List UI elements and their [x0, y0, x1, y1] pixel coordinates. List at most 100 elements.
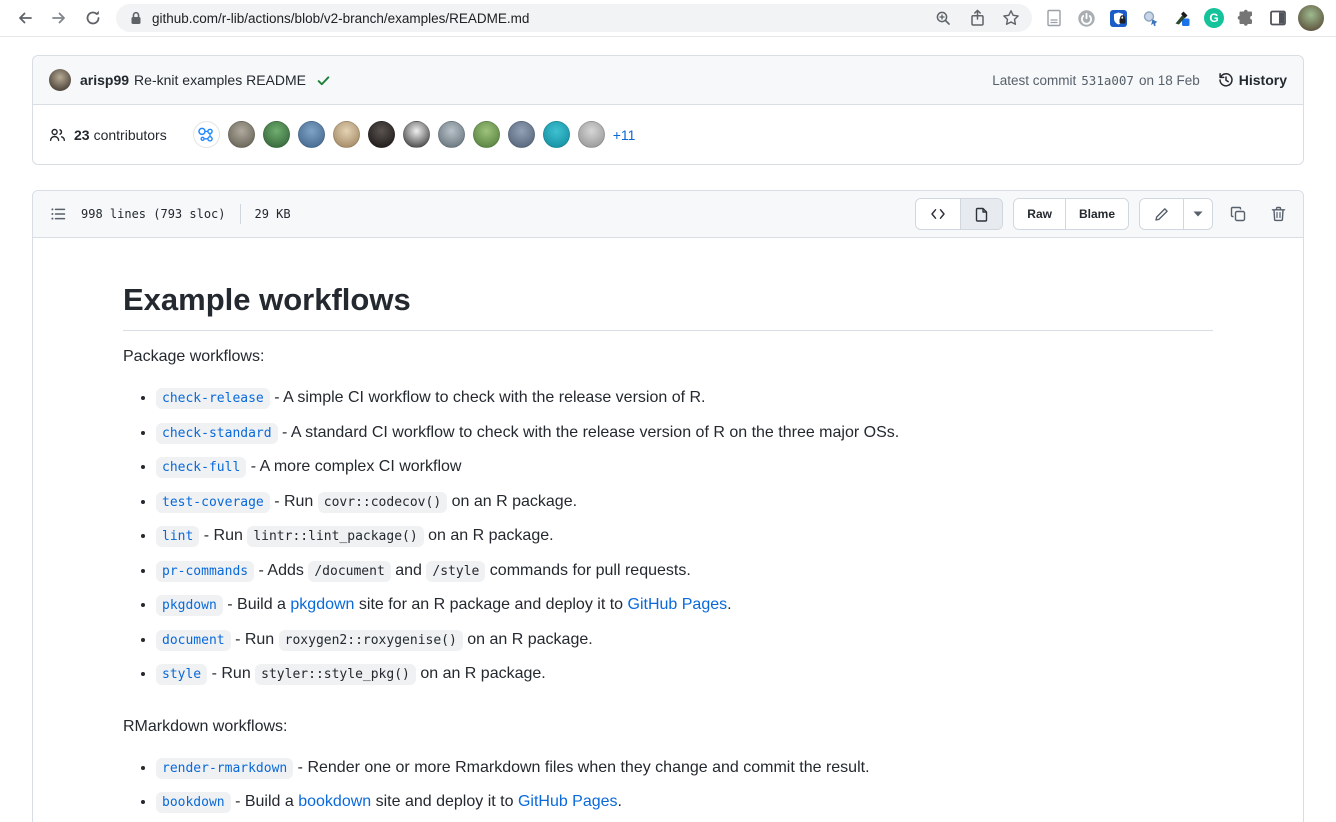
text-link[interactable]: bookdown — [298, 793, 371, 810]
edit-button[interactable] — [1140, 199, 1183, 229]
commit-author[interactable]: arisp99 — [80, 72, 129, 88]
list-unordered-icon[interactable] — [43, 199, 73, 229]
profile-avatar[interactable] — [1298, 5, 1324, 31]
text-link[interactable]: GitHub Pages — [518, 793, 618, 810]
item-text: - Build a — [223, 596, 291, 613]
view-toggle-group — [915, 198, 1003, 230]
edit-group — [1139, 198, 1213, 230]
workflow-code-link[interactable]: pkgdown — [156, 595, 223, 616]
contributor-avatar[interactable] — [298, 121, 325, 148]
extensions-puzzle-icon[interactable] — [1230, 2, 1262, 34]
divider — [240, 204, 241, 224]
workflow-code-link[interactable]: check-standard — [156, 423, 278, 444]
search-pointer-icon[interactable] — [1134, 2, 1166, 34]
rendered-view-button[interactable] — [960, 199, 1002, 229]
star-icon[interactable] — [994, 5, 1028, 31]
workflow-code-link[interactable]: check-full — [156, 457, 246, 478]
list-item: check-release - A simple CI workflow to … — [156, 383, 1213, 415]
contributor-avatar[interactable] — [263, 121, 290, 148]
item-text: - Run — [207, 665, 255, 682]
grammarly-letter: G — [1204, 8, 1224, 28]
more-contributors-link[interactable]: +11 — [613, 127, 636, 143]
raw-button[interactable]: Raw — [1014, 199, 1065, 229]
contributor-avatar[interactable] — [228, 121, 255, 148]
package-workflows-intro: Package workflows: — [123, 345, 1213, 369]
item-text: - A more complex CI workflow — [246, 458, 461, 475]
check-icon[interactable] — [316, 73, 331, 88]
item-text: commands for pull requests. — [485, 562, 690, 579]
contributors-label[interactable]: contributors — [94, 127, 167, 143]
contributors-bar: 23 contributors +11 — [33, 105, 1303, 164]
zoom-in-icon[interactable] — [926, 5, 960, 31]
item-text: - Adds — [254, 562, 308, 579]
people-icon — [49, 127, 66, 143]
contributor-avatar[interactable] — [333, 121, 360, 148]
item-text: - Run — [270, 493, 318, 510]
item-text: - Render one or more Rmarkdown files whe… — [293, 759, 869, 776]
lock-icon[interactable] — [130, 11, 142, 25]
readme-content: Example workflows Package workflows: che… — [33, 238, 1303, 822]
caret-down-icon — [1193, 211, 1203, 217]
commit-author-avatar[interactable] — [49, 69, 71, 91]
inline-code: /document — [308, 561, 390, 582]
list-item: render-rmarkdown - Render one or more Rm… — [156, 753, 1213, 785]
latest-commit-label: Latest commit — [992, 73, 1076, 88]
source-view-button[interactable] — [916, 199, 960, 229]
side-panel-icon[interactable] — [1262, 2, 1294, 34]
document-icon[interactable] — [1038, 2, 1070, 34]
item-text: - Run — [199, 527, 247, 544]
history-button[interactable]: History — [1218, 72, 1287, 88]
address-bar[interactable]: github.com/r-lib/actions/blob/v2-branch/… — [116, 4, 1032, 32]
item-text: on an R package. — [416, 665, 546, 682]
delete-button[interactable] — [1263, 199, 1293, 229]
file-actions: Raw Blame — [905, 198, 1293, 230]
workflow-code-link[interactable]: bookdown — [156, 792, 231, 813]
blame-button[interactable]: Blame — [1065, 199, 1128, 229]
commit-message[interactable]: Re-knit examples README — [134, 72, 306, 88]
workflow-code-link[interactable]: render-rmarkdown — [156, 758, 293, 779]
latest-commit-bar: arisp99 Re-knit examples README Latest c… — [33, 56, 1303, 105]
contributor-avatar[interactable] — [508, 121, 535, 148]
eyedropper-icon[interactable] — [1166, 2, 1198, 34]
workflow-code-link[interactable]: test-coverage — [156, 492, 270, 513]
forward-icon[interactable] — [42, 1, 76, 35]
text-link[interactable]: GitHub Pages — [628, 596, 728, 613]
back-icon[interactable] — [8, 1, 42, 35]
item-text: on an R package. — [463, 631, 593, 648]
edit-menu-button[interactable] — [1183, 199, 1212, 229]
workflow-code-link[interactable]: lint — [156, 526, 199, 547]
url-text[interactable]: github.com/r-lib/actions/blob/v2-branch/… — [152, 11, 926, 26]
power-icon[interactable] — [1070, 2, 1102, 34]
actions-logo-avatar[interactable] — [193, 121, 220, 148]
rmarkdown-workflows-list: render-rmarkdown - Render one or more Rm… — [123, 753, 1213, 822]
list-item: pkgdown - Build a pkgdown site for an R … — [156, 590, 1213, 622]
workflow-code-link[interactable]: pr-commands — [156, 561, 254, 582]
workflow-code-link[interactable]: check-release — [156, 388, 270, 409]
share-icon[interactable] — [960, 5, 994, 31]
copy-button[interactable] — [1223, 199, 1253, 229]
grammarly-icon[interactable]: G — [1198, 2, 1230, 34]
list-item: document - Run roxygen2::roxygenise() on… — [156, 625, 1213, 657]
workflow-code-link[interactable]: style — [156, 664, 207, 685]
trash-icon — [1271, 206, 1286, 222]
contributors-avatars — [193, 121, 605, 148]
inline-code: roxygen2::roxygenise() — [279, 630, 463, 651]
contributor-avatar[interactable] — [473, 121, 500, 148]
reload-icon[interactable] — [76, 1, 110, 35]
text-link[interactable]: pkgdown — [290, 596, 354, 613]
list-item: bookdown - Build a bookdown site and dep… — [156, 787, 1213, 819]
list-item: check-full - A more complex CI workflow — [156, 452, 1213, 484]
list-item: lint - Run lintr::lint_package() on an R… — [156, 521, 1213, 553]
contributor-avatar[interactable] — [438, 121, 465, 148]
commit-sha-link[interactable]: 531a007 — [1081, 73, 1134, 88]
file-size: 29 KB — [255, 207, 291, 221]
list-item: style - Run styler::style_pkg() on an R … — [156, 659, 1213, 691]
workflow-code-link[interactable]: document — [156, 630, 231, 651]
contributor-avatar[interactable] — [543, 121, 570, 148]
contributor-avatar[interactable] — [368, 121, 395, 148]
contributor-avatar[interactable] — [578, 121, 605, 148]
code-icon — [930, 207, 946, 221]
latest-commit-info: Latest commit 531a007 on 18 Feb History — [992, 72, 1287, 88]
privacy-shield-icon[interactable] — [1102, 2, 1134, 34]
contributor-avatar[interactable] — [403, 121, 430, 148]
